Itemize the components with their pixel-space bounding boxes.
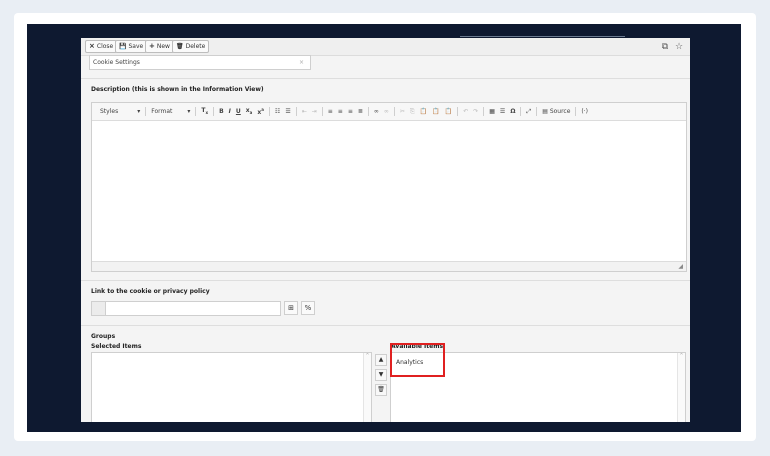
link-prefix	[91, 301, 105, 316]
divider	[81, 280, 690, 281]
move-up-button[interactable]: ▲	[375, 354, 387, 366]
format-dropdown[interactable]: Format	[151, 108, 172, 115]
unlink-button[interactable]: %	[301, 301, 315, 315]
link-input[interactable]	[105, 301, 281, 316]
cookie-record-editor: × Close 💾 Save + New 🗑 Delete ⧉ ☆ Cookie…	[81, 38, 690, 422]
highlight-box	[390, 343, 445, 377]
align-right-icon[interactable]: ≡	[348, 108, 353, 115]
open-external-icon[interactable]: ⧉	[659, 41, 671, 53]
remove-item-button[interactable]: 🗑	[375, 384, 387, 396]
browse-link-icon[interactable]: ⊞	[284, 301, 298, 315]
top-divider	[460, 36, 625, 37]
justify-icon[interactable]: ≣	[358, 108, 363, 115]
rich-text-editor[interactable]: Styles ▾ Format ▾ Tx B I U xa xa ☷ ☰ ⇤ ⇥…	[91, 102, 687, 272]
bold-icon[interactable]: B	[219, 108, 224, 115]
description-label: Description (this is shown in the Inform…	[91, 86, 264, 93]
title-input[interactable]: Cookie Settings ×	[89, 55, 311, 70]
remove-format-icon[interactable]: Tx	[201, 107, 208, 115]
unlink-icon[interactable]: ∞	[384, 108, 389, 115]
save-button[interactable]: 💾 Save	[115, 40, 148, 53]
divider	[81, 78, 690, 79]
delete-button[interactable]: 🗑 Delete	[172, 40, 210, 53]
close-icon: ×	[89, 42, 95, 50]
clear-icon[interactable]: ×	[299, 56, 304, 69]
paste-text-icon[interactable]: 📋	[432, 108, 439, 115]
scroll-up-icon[interactable]: ^	[679, 353, 683, 359]
link-label: Link to the cookie or privacy policy	[91, 288, 210, 295]
editor-toolbar: Styles ▾ Format ▾ Tx B I U xa xa ☷ ☰ ⇤ ⇥…	[92, 103, 686, 121]
paste-word-icon[interactable]: 📋	[445, 108, 452, 115]
styles-dropdown[interactable]: Styles	[100, 108, 118, 115]
link-icon[interactable]: ∞	[374, 108, 379, 115]
cut-icon[interactable]: ✂	[400, 108, 405, 115]
divider	[81, 325, 690, 326]
plus-icon: +	[149, 42, 155, 50]
save-icon: 💾	[119, 43, 127, 50]
save-label: Save	[128, 43, 144, 50]
scrollbar[interactable]: ^	[677, 353, 685, 422]
close-button[interactable]: × Close	[85, 40, 118, 53]
groups-label: Groups	[91, 333, 116, 340]
title-value: Cookie Settings	[93, 59, 140, 66]
link-field-row: ⊞ %	[91, 301, 315, 316]
undo-icon[interactable]: ↶	[463, 108, 468, 115]
chevron-down-icon[interactable]: ▾	[137, 108, 140, 115]
editor-status-bar: ◢	[92, 261, 686, 271]
indent-icon[interactable]: ⇥	[312, 108, 317, 115]
resize-handle-icon[interactable]: ◢	[678, 263, 683, 270]
horizontal-line-icon[interactable]: ☰	[500, 108, 505, 115]
selected-items-label: Selected Items	[91, 343, 142, 350]
new-button[interactable]: + New	[145, 40, 174, 53]
source-button[interactable]: ▤ Source	[542, 108, 570, 115]
source-label: Source	[549, 108, 571, 115]
bookmark-icon[interactable]: ☆	[673, 41, 685, 53]
align-left-icon[interactable]: ≡	[328, 108, 333, 115]
close-label: Close	[96, 43, 114, 50]
move-down-button[interactable]: ▼	[375, 369, 387, 381]
new-label: New	[156, 43, 170, 50]
table-icon[interactable]: ▦	[489, 108, 495, 115]
maximize-icon[interactable]: ⤢	[526, 108, 531, 116]
italic-icon[interactable]: I	[229, 108, 231, 115]
numbered-list-icon[interactable]: ☷	[275, 108, 280, 115]
subscript-icon[interactable]: xa	[246, 107, 253, 115]
outdent-icon[interactable]: ⇤	[302, 108, 307, 115]
scroll-up-icon[interactable]: ^	[365, 353, 369, 359]
trash-icon: 🗑	[176, 43, 184, 50]
selected-items-list[interactable]: ^	[91, 352, 372, 422]
show-blocks-icon[interactable]: (·)	[581, 108, 588, 115]
superscript-icon[interactable]: xa	[257, 107, 264, 116]
chevron-down-icon[interactable]: ▾	[187, 108, 190, 115]
redo-icon[interactable]: ↷	[473, 108, 478, 115]
copy-icon[interactable]: ⎘	[410, 108, 415, 116]
align-center-icon[interactable]: ≡	[338, 108, 343, 115]
paste-icon[interactable]: 📋	[420, 108, 427, 115]
record-toolbar: × Close 💾 Save + New 🗑 Delete ⧉ ☆	[81, 38, 690, 56]
scrollbar[interactable]: ^	[363, 353, 371, 422]
special-char-icon[interactable]: Ω	[510, 108, 515, 115]
underline-icon[interactable]: U	[236, 108, 241, 115]
bulleted-list-icon[interactable]: ☰	[285, 108, 290, 115]
delete-label: Delete	[185, 43, 206, 50]
